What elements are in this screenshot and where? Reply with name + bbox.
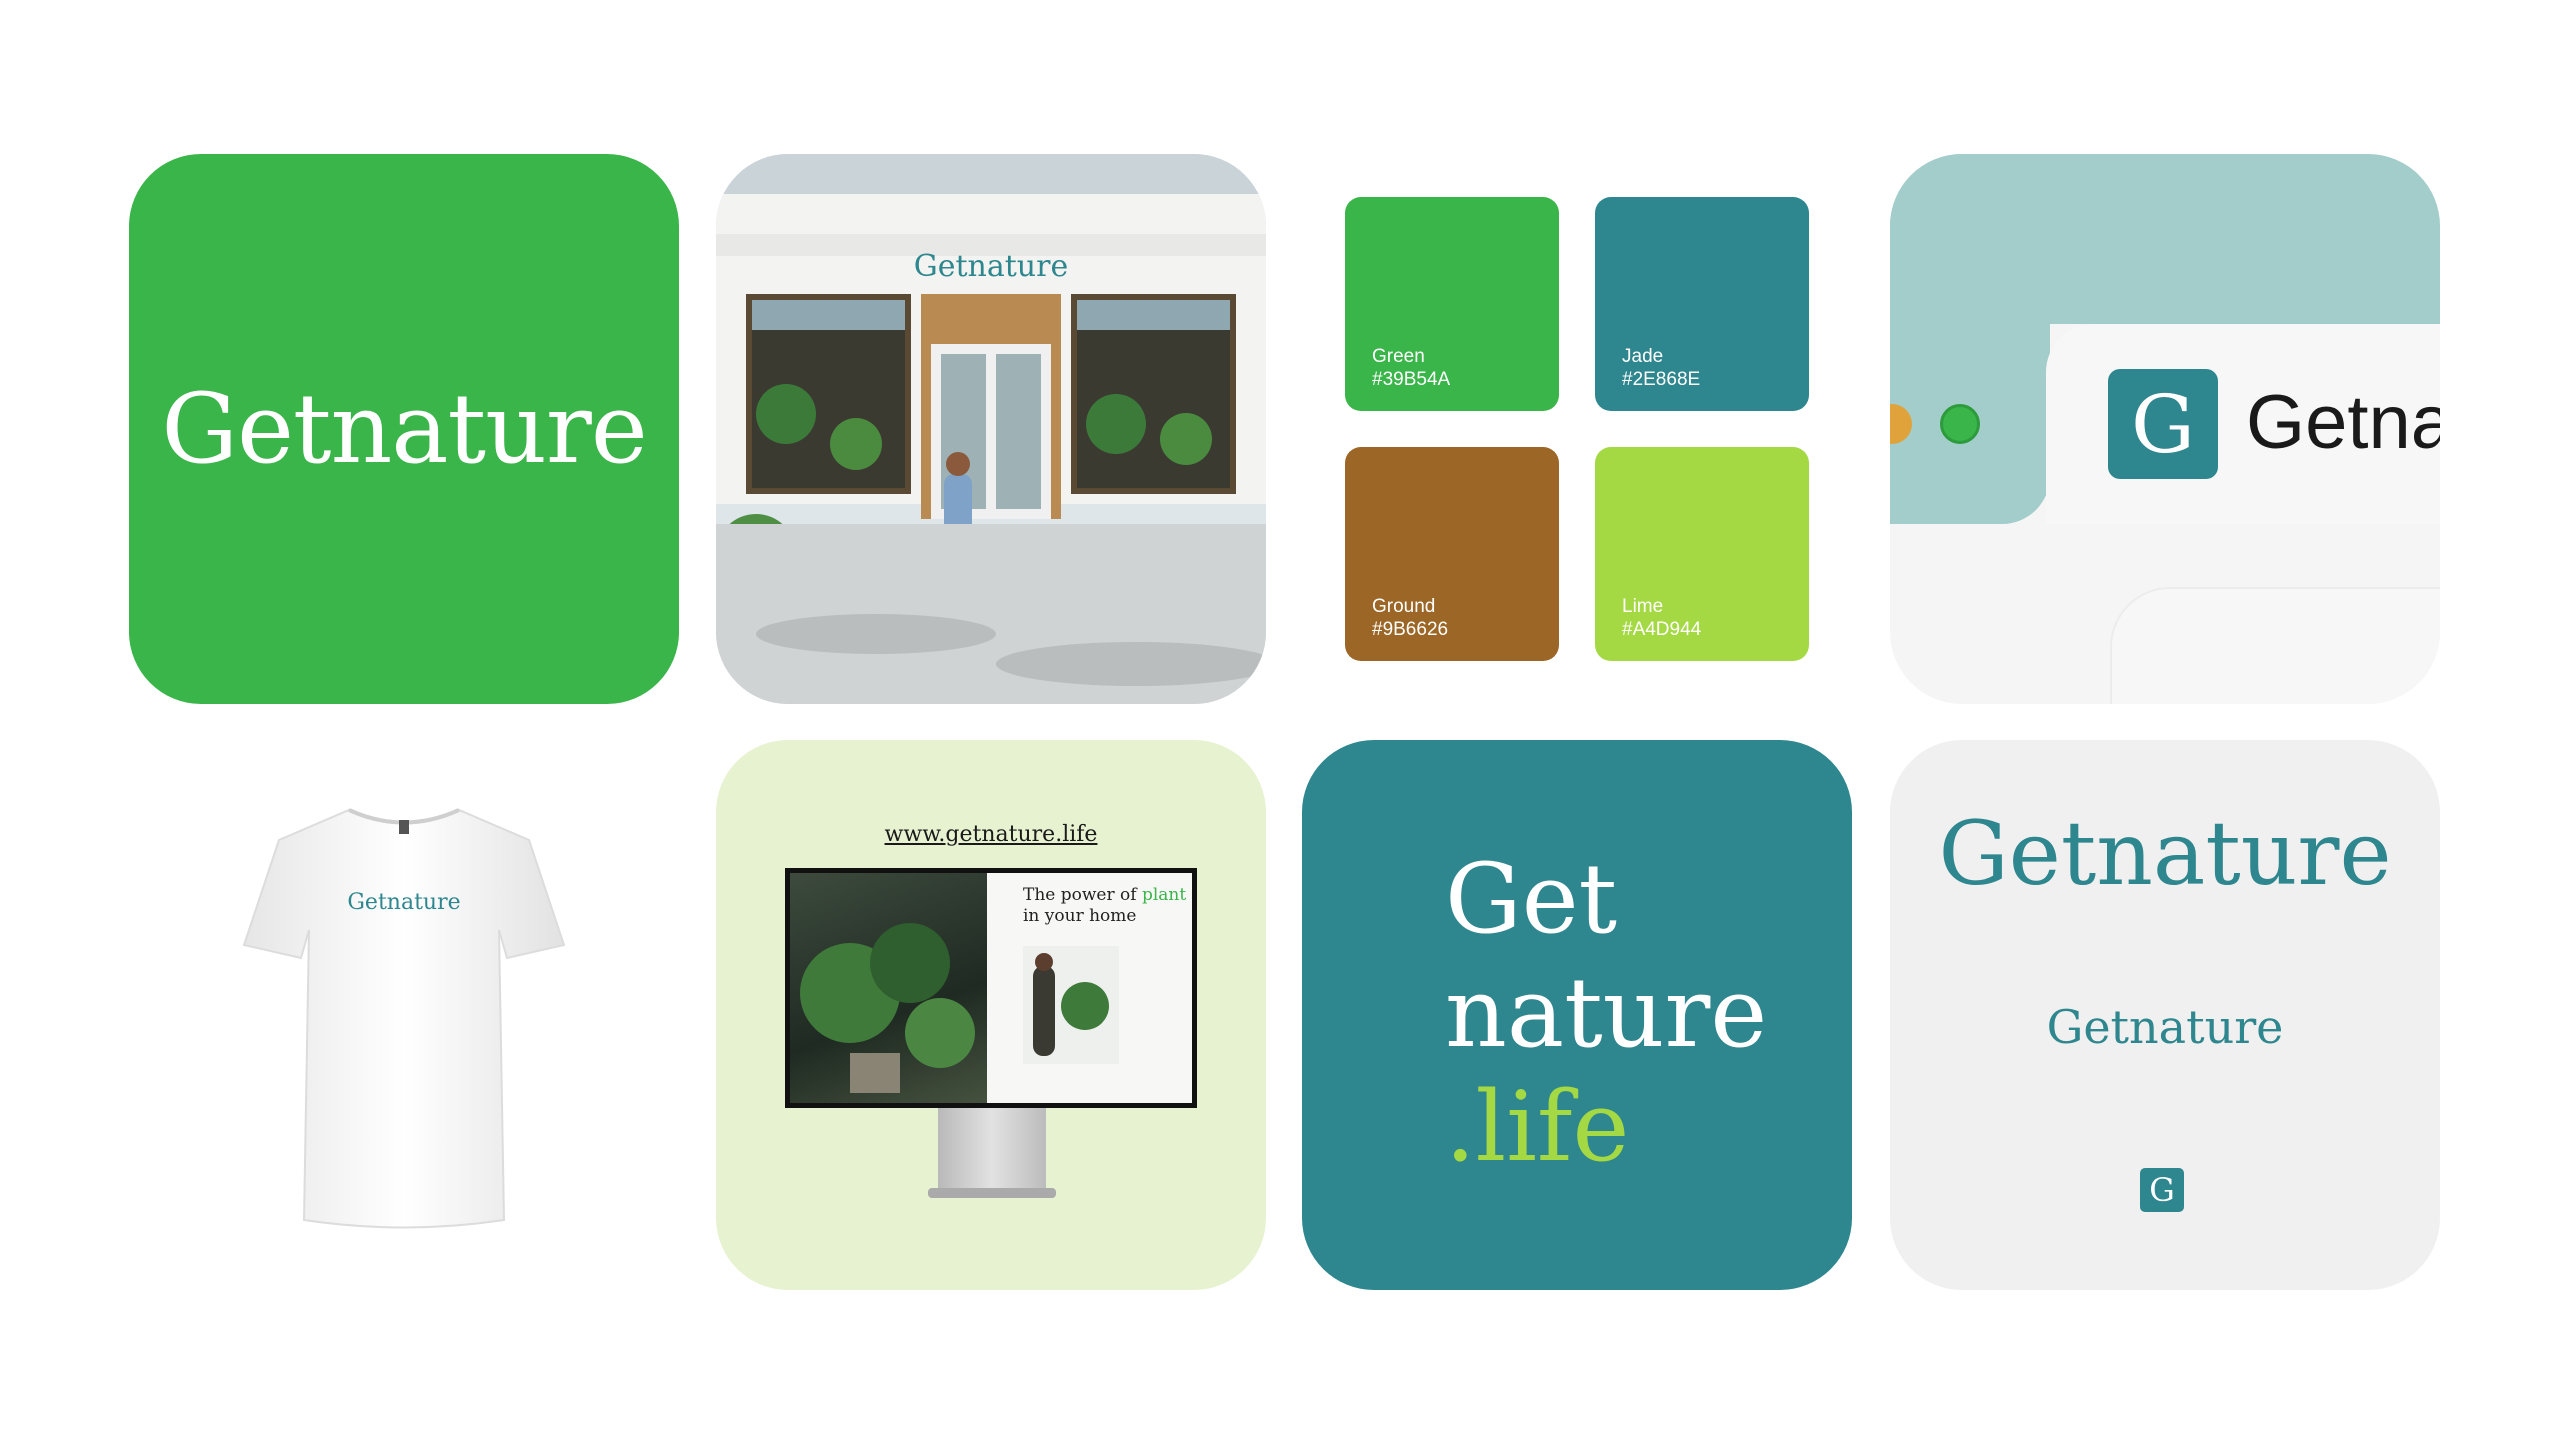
tshirt-image [242, 808, 566, 1229]
app-wordmark: Getna [2246, 380, 2440, 465]
swatch-name: Jade [1622, 346, 1664, 367]
swatch-ground: Ground #9B6626 [1345, 447, 1559, 661]
slogan-tile: Get nature .life [1302, 740, 1852, 1290]
website-tile: www.getnature.life The power of plant in… [716, 740, 1266, 1290]
swatch-name: Green [1372, 346, 1425, 367]
storefront-image [716, 154, 1266, 704]
swatch-hex: #9B6626 [1372, 619, 1449, 640]
logo-large: Getnature [1938, 802, 2392, 905]
slogan-text: Get nature .life [1445, 842, 1767, 1184]
swatch-hex: #39B54A [1372, 369, 1451, 390]
product-photo [1023, 946, 1119, 1064]
slogan-line-1: Get [1445, 843, 1618, 955]
swatch-jade: Jade #2E868E [1595, 197, 1809, 411]
website-url[interactable]: www.getnature.life [716, 822, 1266, 847]
g-favicon-icon: G [2140, 1168, 2184, 1212]
logo-variants-tile: Getnature Getnature G [1890, 740, 2440, 1290]
slogan-line-2: nature [1445, 957, 1768, 1069]
g-monogram-icon: G [2108, 369, 2218, 479]
sidebar-band [1890, 154, 2050, 524]
swatch-hex: #2E868E [1622, 369, 1701, 390]
monitor-screen: The power of plant in your home [785, 868, 1197, 1108]
monitor-base [928, 1188, 1056, 1198]
content-panel [2110, 587, 2440, 704]
brand-logo: Getnature [161, 373, 647, 485]
swatch-name: Ground [1372, 596, 1436, 617]
website-headline: The power of plant in your home [1023, 885, 1186, 927]
tshirt-tile: Getnature [129, 740, 679, 1290]
logo-tile-green: Getnature [129, 154, 679, 704]
swatch-green: Green #39B54A [1345, 197, 1559, 411]
logo-medium: Getnature [2046, 1000, 2284, 1054]
swatch-hex: #A4D944 [1622, 619, 1702, 640]
swatch-name: Lime [1622, 596, 1664, 617]
headline-accent: plant [1141, 885, 1187, 905]
window-dot-green [1940, 404, 1980, 444]
storefront-sign: Getnature [913, 249, 1069, 284]
hero-photo [790, 873, 987, 1103]
swatch-lime: Lime #A4D944 [1595, 447, 1809, 661]
headline-text: The power of [1023, 885, 1142, 905]
slogan-line-3: .life [1445, 1071, 1630, 1183]
monitor-stand [938, 1108, 1046, 1193]
headline-subtext: in your home [1023, 906, 1137, 926]
tshirt-print: Getnature [347, 890, 461, 915]
app-mockup-tile: G Getna [1890, 154, 2440, 704]
storefront-tile: Getnature [716, 154, 1266, 704]
